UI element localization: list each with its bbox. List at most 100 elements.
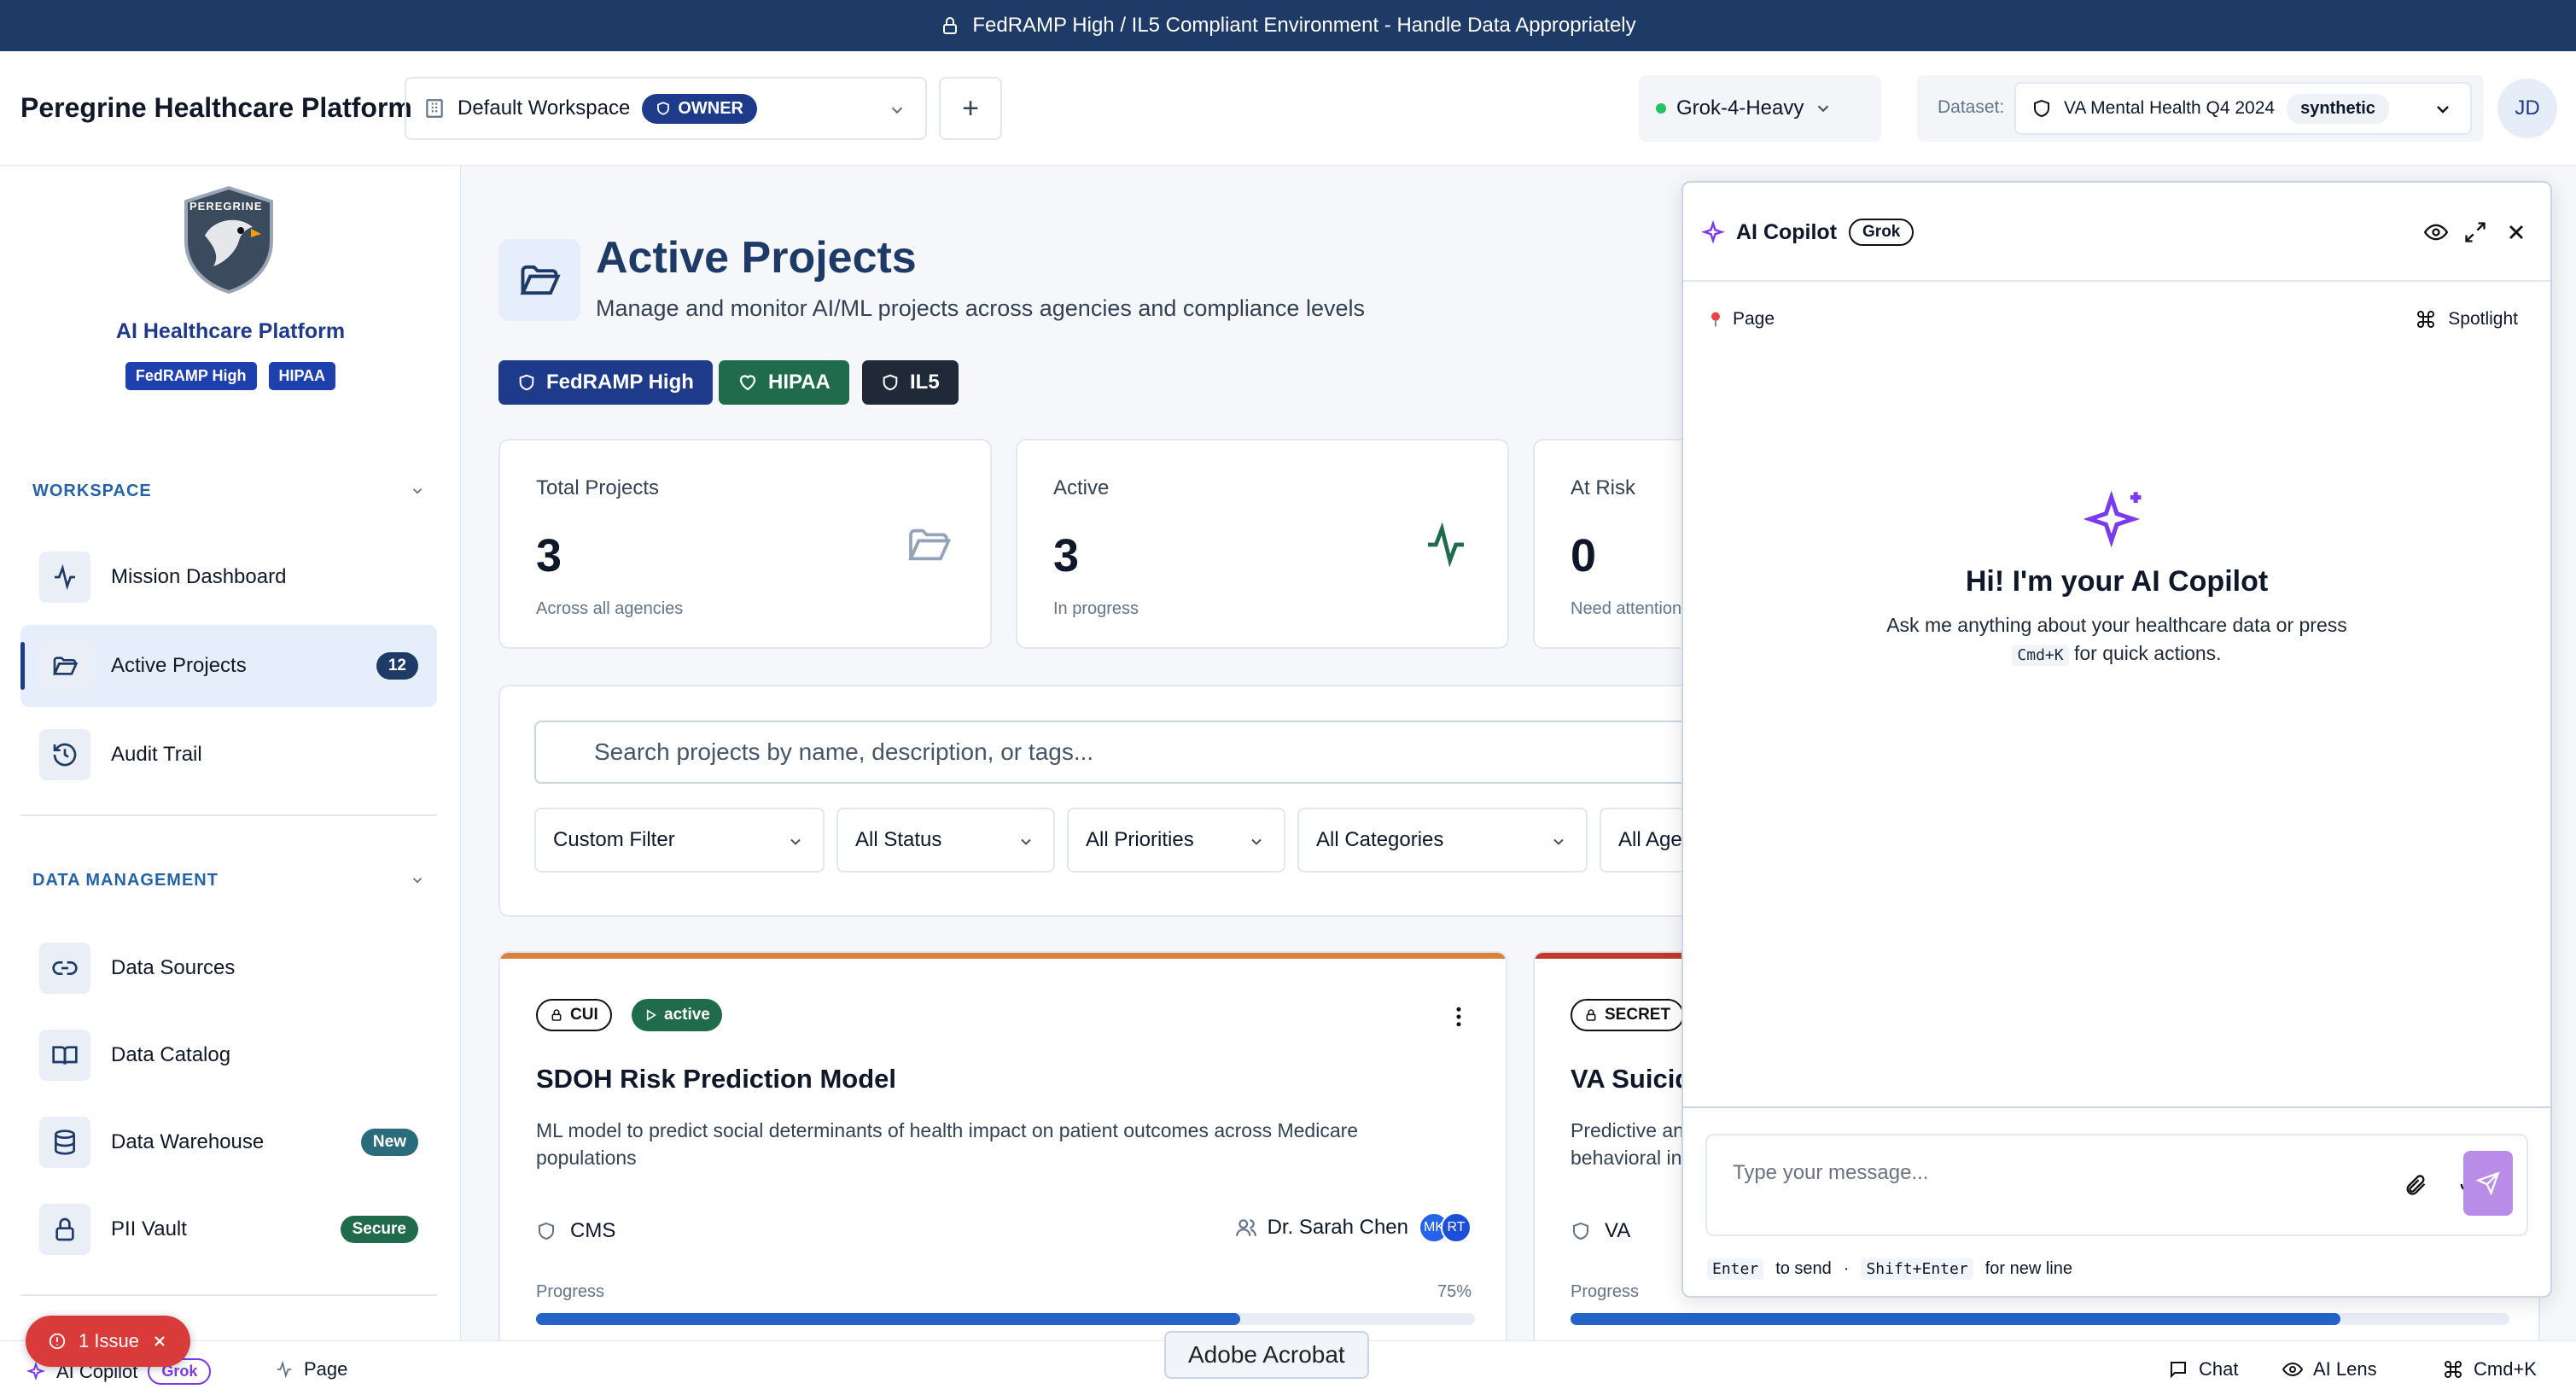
chevron-down-icon[interactable] xyxy=(410,483,425,499)
ai-lens-button[interactable]: AI Lens xyxy=(2282,1358,2377,1380)
il5-badge: IL5 xyxy=(862,360,959,405)
chevron-down-icon[interactable] xyxy=(410,873,425,888)
workspace-select[interactable]: Default Workspace OWNER xyxy=(405,77,927,140)
status-filter-select[interactable]: All Status xyxy=(836,808,1055,873)
data-management-section-title[interactable]: DATA MANAGEMENT xyxy=(32,871,219,890)
chevron-down-icon xyxy=(1553,838,1564,845)
sparkle-icon xyxy=(1701,220,1725,244)
sidebar-item-pii-vault[interactable]: PII Vault Secure xyxy=(20,1188,437,1270)
sidebar-item-mission-dashboard[interactable]: Mission Dashboard xyxy=(20,536,437,618)
classification-badge: SECRET xyxy=(1571,999,1685,1031)
projects-count-badge: 12 xyxy=(376,652,418,680)
paperclip-icon[interactable] xyxy=(2404,1173,2427,1197)
new-badge: New xyxy=(360,1129,418,1156)
send-icon xyxy=(2476,1171,2500,1195)
copilot-welcome-text: Ask me anything about your healthcare da… xyxy=(1886,614,2347,666)
sidebar-item-data-sources[interactable]: Data Sources xyxy=(20,927,437,1009)
app-title: Peregrine Healthcare Platform xyxy=(20,92,412,123)
close-icon[interactable] xyxy=(151,1333,168,1350)
folder-open-icon xyxy=(498,239,580,321)
project-card[interactable]: CUI active SDOH Risk Prediction Model ML… xyxy=(498,951,1507,1340)
sidebar-divider xyxy=(20,1294,437,1296)
lock-icon xyxy=(1586,1009,1596,1021)
copilot-context[interactable]: Page xyxy=(1707,309,1775,330)
users-icon xyxy=(1235,1219,1256,1236)
chevron-down-icon xyxy=(1251,838,1262,845)
priority-filter-select[interactable]: All Priorities xyxy=(1067,808,1285,873)
command-palette-button[interactable]: Cmd+K xyxy=(2443,1358,2537,1380)
project-agency: CMS xyxy=(536,1219,615,1243)
eye-icon[interactable] xyxy=(2424,220,2448,244)
close-icon[interactable] xyxy=(2504,220,2528,244)
sparkle-icon xyxy=(2084,490,2142,548)
banner-text: FedRAMP High / IL5 Compliant Environment… xyxy=(972,14,1636,37)
stat-active: Active 3 In progress xyxy=(1016,439,1509,649)
database-icon xyxy=(39,1117,90,1168)
chat-button[interactable]: Chat xyxy=(2168,1358,2238,1380)
issue-badge[interactable]: 1 Issue xyxy=(26,1316,190,1367)
compliance-banner: FedRAMP High / IL5 Compliant Environment… xyxy=(0,0,2576,51)
model-name: Grok-4-Heavy xyxy=(1676,96,1804,120)
adobe-acrobat-tooltip: Adobe Acrobat xyxy=(1164,1331,1369,1379)
sidebar-divider xyxy=(20,814,437,816)
more-vertical-icon[interactable] xyxy=(1446,1004,1472,1030)
kbd-cmd-k: Cmd+K xyxy=(2012,645,2069,666)
sidebar-item-active-projects[interactable]: Active Projects 12 xyxy=(20,625,437,707)
shield-icon xyxy=(1573,1222,1588,1240)
chevron-down-icon xyxy=(891,107,903,114)
progress-fill xyxy=(536,1313,1240,1325)
fedramp-high-badge: FedRAMP High xyxy=(498,360,713,405)
page-subtitle: Manage and monitor AI/ML projects across… xyxy=(596,295,1365,321)
sidebar-item-data-warehouse[interactable]: Data Warehouse New xyxy=(20,1101,437,1183)
project-title: SDOH Risk Prediction Model xyxy=(536,1064,897,1094)
hipaa-tag: HIPAA xyxy=(268,362,336,390)
custom-filter-select[interactable]: Custom Filter xyxy=(534,808,825,873)
hipaa-badge: HIPAA xyxy=(719,360,849,405)
ai-copilot-panel: AI Copilot Grok Page Spotlight Hi! I'm y… xyxy=(1681,181,2552,1298)
play-icon xyxy=(646,1009,656,1021)
chat-icon xyxy=(2171,1362,2186,1379)
alert-circle-icon xyxy=(49,1333,66,1350)
shield-icon xyxy=(539,1222,554,1240)
workspace-section-title[interactable]: WORKSPACE xyxy=(32,482,152,501)
activity-icon xyxy=(1428,522,1464,568)
link-icon xyxy=(39,943,90,994)
status-badge: active xyxy=(632,999,722,1031)
folder-open-icon xyxy=(39,640,90,692)
platform-tags: FedRAMP High HIPAA xyxy=(0,362,461,390)
sidebar-item-audit-trail[interactable]: Audit Trail xyxy=(20,714,437,796)
history-icon xyxy=(39,729,90,780)
lock-icon xyxy=(39,1204,90,1255)
lock-icon xyxy=(943,17,958,34)
dataset-label: Dataset: xyxy=(1938,97,2005,117)
add-workspace-button[interactable]: + xyxy=(939,77,1002,140)
bottom-toolbar: AI Copilot Grok Page 1 Issue Adobe Acrob… xyxy=(0,1316,2576,1395)
copilot-welcome-title: Hi! I'm your AI Copilot xyxy=(1965,565,2269,598)
chevron-down-icon xyxy=(1021,838,1031,845)
category-filter-select[interactable]: All Categories xyxy=(1297,808,1588,873)
logo-text: PEREGRINE xyxy=(189,200,263,213)
user-avatar[interactable]: JD xyxy=(2497,79,2557,138)
card-accent-line xyxy=(500,953,1506,959)
dataset-type-badge: synthetic xyxy=(2287,93,2389,124)
model-select[interactable]: Grok-4-Heavy xyxy=(1639,75,1881,142)
keyboard-hint: Enter to send · Shift+Enter for new line xyxy=(1707,1258,2072,1280)
sidebar-item-data-catalog[interactable]: Data Catalog xyxy=(20,1014,437,1096)
status-dot xyxy=(1656,103,1666,114)
chevron-down-icon xyxy=(1818,105,1829,113)
shield-icon xyxy=(657,102,670,115)
sidebar: PEREGRINE AI Healthcare Platform FedRAMP… xyxy=(0,166,461,1340)
project-description: ML model to predict social determinants … xyxy=(536,1119,1359,1169)
expand-icon[interactable] xyxy=(2463,220,2487,244)
progress-label: Progress xyxy=(1571,1282,1640,1301)
book-icon xyxy=(39,1030,90,1081)
chevron-down-icon xyxy=(790,838,801,845)
top-header: Peregrine Healthcare Platform Default Wo… xyxy=(0,51,2576,166)
dataset-select[interactable]: VA Mental Health Q4 2024 synthetic xyxy=(2014,82,2472,135)
progress-bar xyxy=(1571,1313,2509,1325)
page-context-button[interactable]: Page xyxy=(275,1358,347,1380)
send-button[interactable] xyxy=(2463,1151,2513,1216)
progress-percent: 75% xyxy=(1437,1282,1472,1301)
spotlight-button[interactable]: Spotlight xyxy=(2416,309,2518,330)
page-title: Active Projects xyxy=(596,233,917,283)
